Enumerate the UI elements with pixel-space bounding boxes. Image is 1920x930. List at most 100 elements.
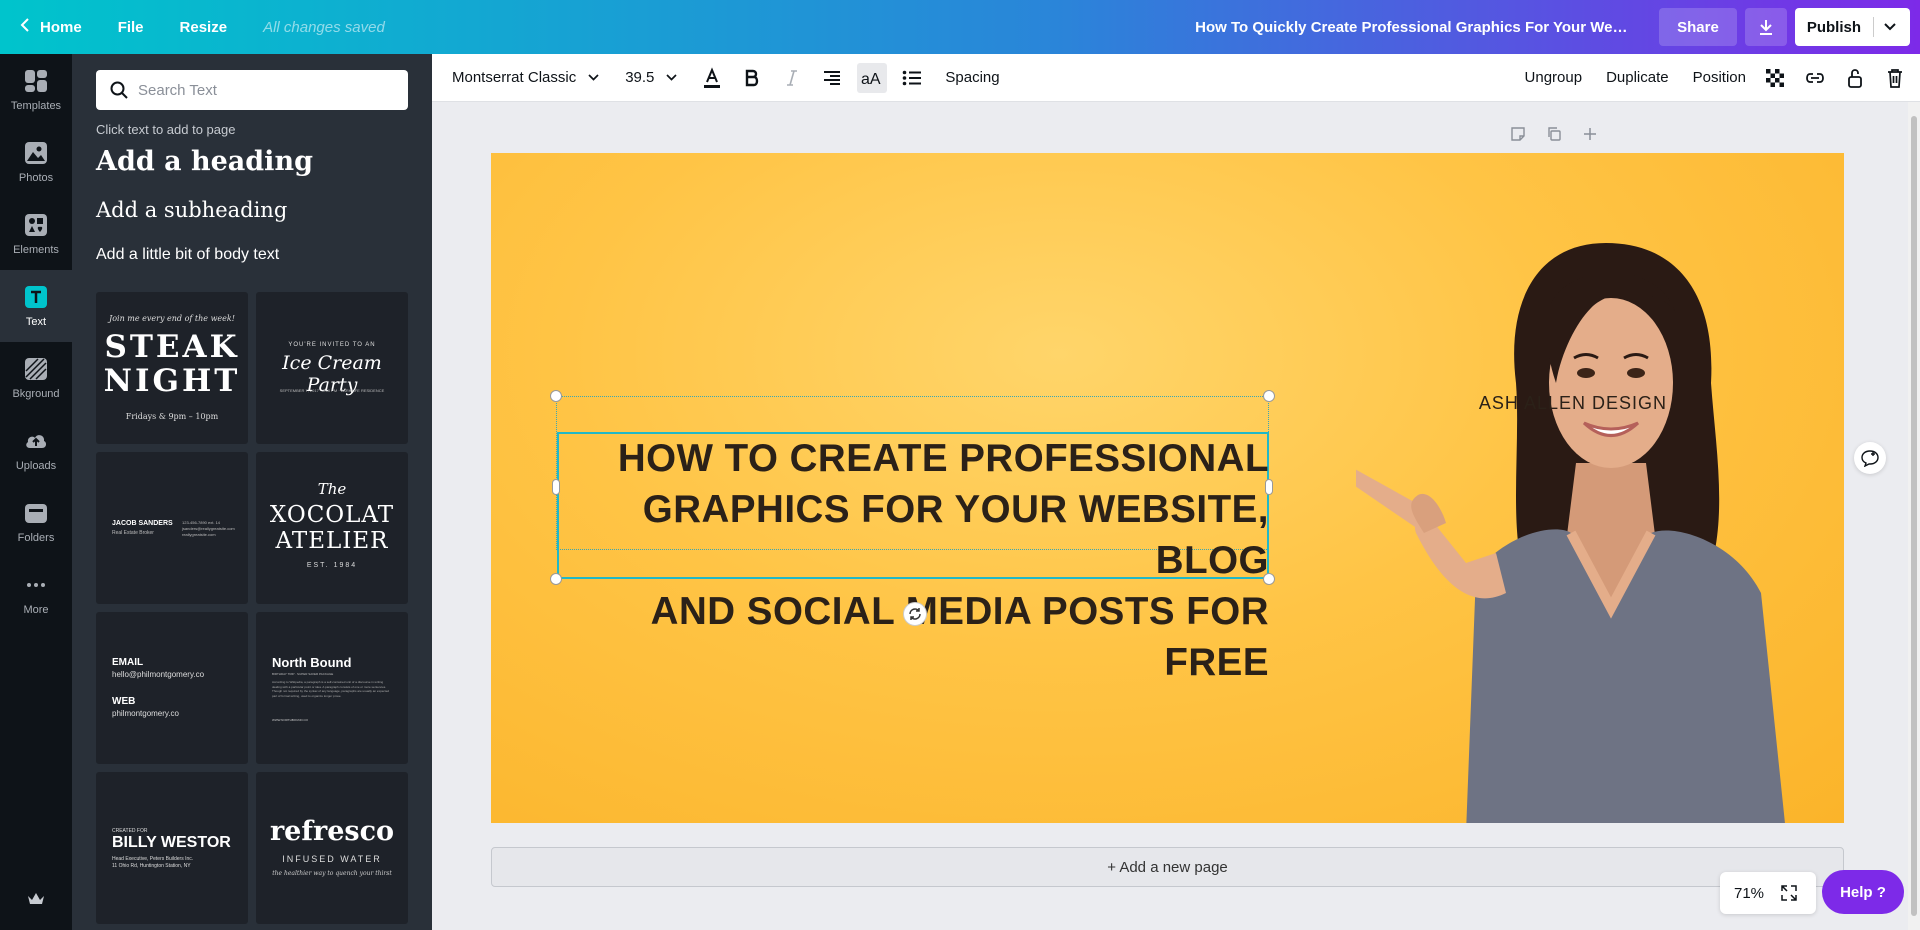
add-subheading-button[interactable]: Add a subheading (96, 198, 287, 222)
rotate-handle[interactable] (903, 602, 927, 626)
template-text: ATELIER (275, 528, 389, 554)
template-text: hello@philmontgomery.co (112, 670, 205, 679)
file-menu[interactable]: File (118, 19, 144, 36)
font-family-dropdown[interactable]: Montserrat Classic (452, 69, 599, 86)
position-button[interactable]: Position (1693, 69, 1746, 86)
template-text: philmontgomery.co (112, 709, 179, 718)
help-button[interactable]: Help ? (1822, 870, 1904, 914)
font-family-value: Montserrat Classic (452, 69, 577, 86)
rail-background[interactable]: Bkground (0, 342, 72, 414)
uploads-icon (23, 428, 49, 454)
rail-elements[interactable]: Elements (0, 198, 72, 270)
add-body-text-button[interactable]: Add a little bit of body text (96, 246, 279, 264)
spacing-button[interactable]: Spacing (945, 69, 999, 86)
template-jacob-sanders[interactable]: JACOB SANDERS Real Estate Broker 123-456… (96, 452, 248, 604)
font-size-dropdown[interactable]: 39.5 (625, 69, 678, 86)
chevron-down-icon (588, 74, 599, 81)
top-bar: Home File Resize All changes saved How T… (0, 0, 1920, 54)
resize-handle-bottom-right[interactable] (1263, 573, 1275, 585)
template-email-web[interactable]: EMAIL hello@philmontgomery.co WEB philmo… (96, 612, 248, 764)
woman-photo[interactable] (1356, 213, 1796, 823)
page-notes-button[interactable] (1508, 124, 1528, 144)
search-input[interactable] (138, 81, 398, 99)
align-button[interactable] (817, 63, 847, 93)
editor-toolbar: Montserrat Classic 39.5 aA Spacing Ungro… (432, 54, 1920, 102)
rail-more[interactable]: More (0, 558, 72, 630)
publish-button[interactable]: Publish (1794, 8, 1910, 46)
lock-button[interactable] (1844, 67, 1866, 89)
photos-icon (23, 140, 49, 166)
zoom-control[interactable]: 71% (1720, 872, 1816, 914)
resize-handle-top-left[interactable] (550, 390, 562, 402)
template-text: NIGHT (103, 363, 241, 399)
link-button[interactable] (1804, 67, 1826, 89)
headline-line: GRAPHICS FOR YOUR WEBSITE, BLOG (642, 488, 1269, 582)
rail-photos[interactable]: Photos (0, 126, 72, 198)
transparency-icon (1766, 68, 1784, 87)
rail-text[interactable]: Text (0, 270, 72, 342)
template-north-bound[interactable]: North Bound BIRTHDAY TRIP · SUPER SAVER … (256, 612, 408, 764)
template-text: Fridays & 9pm – 10pm (125, 412, 219, 421)
add-new-page-button[interactable]: + Add a new page (491, 847, 1844, 887)
vertical-scrollbar[interactable] (1908, 102, 1920, 930)
resize-handle-bottom-left[interactable] (550, 573, 562, 585)
resize-handle-right[interactable] (1265, 479, 1273, 495)
duplicate-page-button[interactable] (1544, 124, 1564, 144)
download-icon (1759, 20, 1772, 35)
template-refresco[interactable]: refresco INFUSED WATER the healthier way… (256, 772, 408, 924)
headline-text[interactable]: HOW TO CREATE PROFESSIONAL GRAPHICS FOR … (549, 433, 1269, 688)
resize-button[interactable]: Resize (180, 19, 228, 36)
resize-handle-left[interactable] (552, 479, 560, 495)
brand-text[interactable]: ASH ALLEN DESIGN (957, 393, 1667, 414)
rail-label: Photos (18, 172, 54, 184)
scrollbar-thumb[interactable] (1911, 116, 1917, 916)
search-box[interactable] (96, 70, 408, 110)
ungroup-button[interactable]: Ungroup (1525, 69, 1583, 86)
bold-button[interactable] (737, 63, 767, 93)
template-billy-westor[interactable]: CREATED FOR BILLY WESTOR Head Executive,… (96, 772, 248, 924)
rail-templates[interactable]: Templates (0, 54, 72, 126)
add-comment-button[interactable] (1854, 442, 1886, 474)
template-text: Real Estate Broker (112, 530, 154, 536)
letter-case-button[interactable]: aA (857, 62, 888, 93)
copy-icon (1548, 127, 1561, 141)
design-canvas[interactable]: ASH ALLEN DESIGN HOW TO CREATE PROFESSIO… (491, 153, 1844, 823)
template-text: BIRTHDAY TRIP · SUPER SAVER PACKAGE (272, 672, 334, 676)
text-color-button[interactable] (697, 63, 727, 93)
headline-line: AND SOCIAL MEDIA POSTS FOR FREE (650, 590, 1269, 684)
template-ice-cream-party[interactable]: YOU'RE INVITED TO AN Ice Cream Party SEP… (256, 292, 408, 444)
chevron-left-icon (20, 17, 30, 37)
resize-handle-top-right[interactable] (1263, 390, 1275, 402)
chevron-down-icon (666, 74, 678, 81)
share-button[interactable]: Share (1659, 8, 1737, 46)
template-text: 11 Ohio Rd, Huntington Station, NY (112, 863, 191, 869)
add-heading-button[interactable]: Add a heading (96, 146, 313, 177)
save-status: All changes saved (263, 18, 385, 36)
rail-folders[interactable]: Folders (0, 486, 72, 558)
rail-uploads[interactable]: Uploads (0, 414, 72, 486)
duplicate-button[interactable]: Duplicate (1606, 69, 1669, 86)
left-rail: Templates Photos Elements Text Bkground … (0, 54, 72, 930)
rail-label: More (23, 604, 49, 616)
template-text: North Bound (272, 655, 352, 670)
template-text: JACOB SANDERS (112, 520, 173, 527)
fullscreen-icon[interactable] (1780, 884, 1798, 902)
home-button[interactable]: Home (20, 17, 82, 37)
template-steak-night[interactable]: Join me every end of the week! STEAK NIG… (96, 292, 248, 444)
list-button[interactable] (897, 63, 927, 93)
templates-icon (23, 68, 49, 94)
delete-button[interactable] (1884, 67, 1906, 89)
download-button[interactable] (1744, 8, 1787, 46)
elements-icon (23, 212, 49, 238)
italic-button[interactable] (777, 63, 807, 93)
template-xocolat-atelier[interactable]: The XOCOLAT ATELIER EST. 1984 (256, 452, 408, 604)
crown-icon[interactable] (0, 892, 72, 906)
add-page-icon-button[interactable] (1580, 124, 1600, 144)
folders-icon (23, 500, 49, 526)
home-label: Home (40, 18, 82, 36)
document-title[interactable]: How To Quickly Create Professional Graph… (1195, 19, 1635, 36)
rail-label: Elements (13, 244, 59, 256)
transparency-button[interactable] (1764, 67, 1786, 89)
text-templates-grid: Join me every end of the week! STEAK NIG… (96, 292, 408, 924)
template-text: The (317, 480, 347, 498)
